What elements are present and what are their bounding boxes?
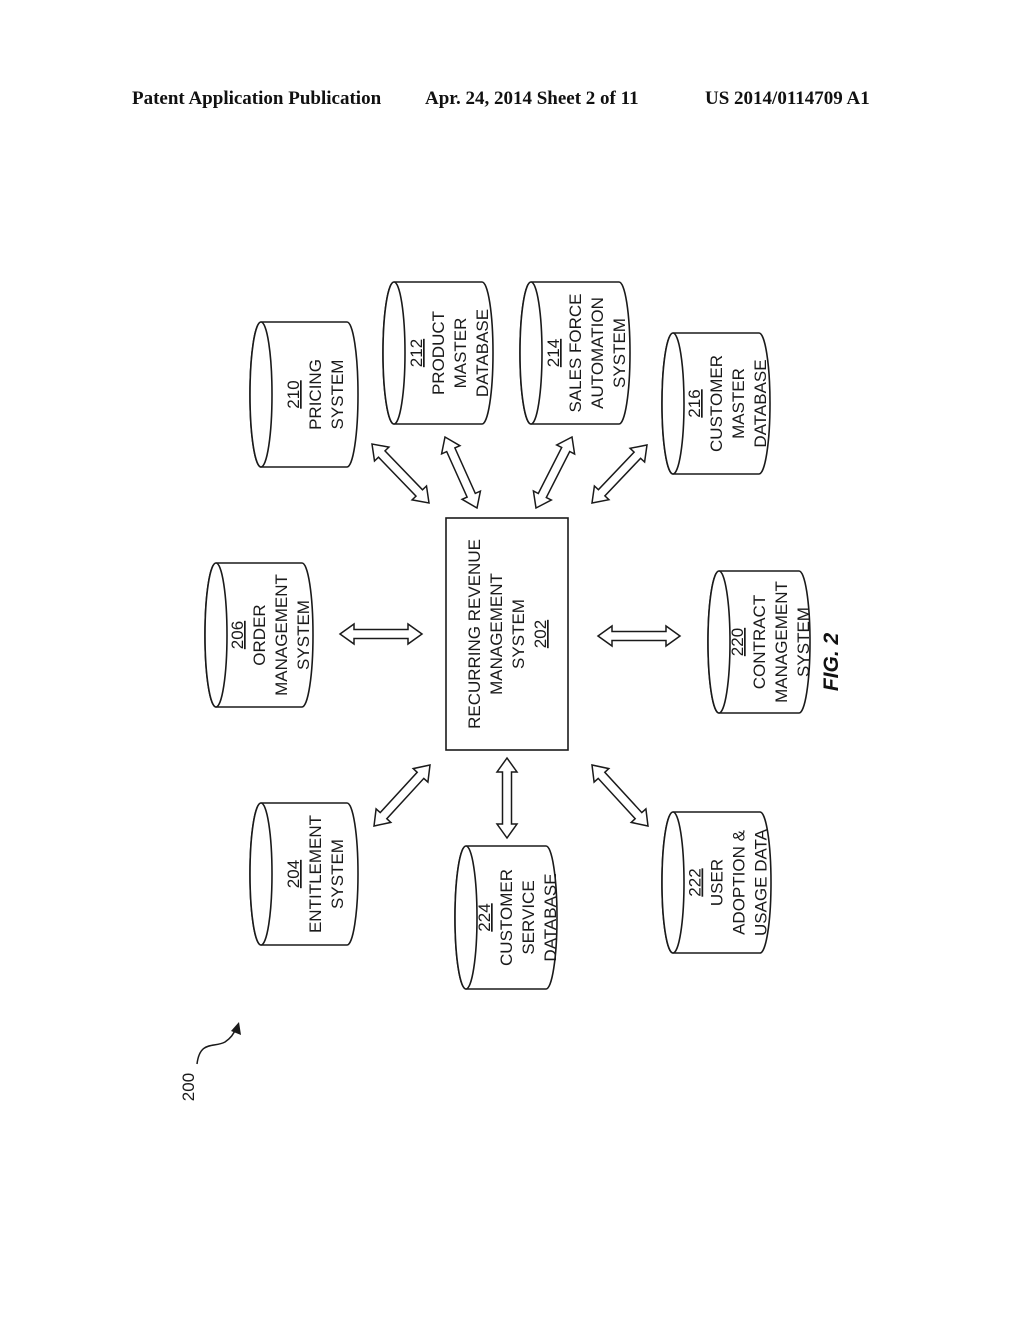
cylinder-cap <box>661 811 685 954</box>
node-210: 210 PRICING SYSTEM <box>249 321 359 468</box>
node-number: 206 <box>228 621 247 649</box>
node-label-line: SYSTEM <box>294 600 313 670</box>
central-label-line: MANAGEMENT <box>487 573 506 695</box>
node-number: 220 <box>728 628 747 656</box>
central-system-box: RECURRING REVENUE MANAGEMENT SYSTEM 202 <box>445 517 569 751</box>
node-label-line: CONTRACT <box>750 595 769 689</box>
node-number: 224 <box>475 903 494 931</box>
node-number: 216 <box>685 389 704 417</box>
reference-arrowhead <box>231 1022 241 1035</box>
connector-arrow-214 <box>532 435 576 510</box>
node-number: 212 <box>407 339 426 367</box>
node-label-line: ADOPTION & <box>730 829 749 935</box>
connector-arrow-222 <box>591 764 649 827</box>
central-label-line: RECURRING REVENUE <box>465 539 484 729</box>
node-label-line: AUTOMATION <box>588 297 607 409</box>
connector-arrow-220 <box>596 624 682 648</box>
node-224: 224 CUSTOMER SERVICE DATABASE <box>454 845 560 990</box>
node-label-line: PRICING <box>306 359 325 430</box>
node-label-line: DATABASE <box>473 309 492 397</box>
node-label-line: DATABASE <box>751 359 770 447</box>
node-222: 222 USER ADOPTION & USAGE DATA <box>661 811 772 954</box>
cylinder-cap <box>204 562 228 708</box>
connector-arrow-210 <box>371 443 430 504</box>
node-label-line: MANAGEMENT <box>772 581 791 703</box>
node-number: 210 <box>284 380 303 408</box>
node-214: 214 SALES FORCE AUTOMATION SYSTEM <box>519 281 631 425</box>
node-206: 206 ORDER MANAGEMENT SYSTEM <box>204 562 314 708</box>
reference-numeral: 200 <box>179 1073 198 1101</box>
cylinder-cap <box>382 281 406 425</box>
node-label-line: ORDER <box>250 604 269 665</box>
central-label-line: SYSTEM <box>509 599 528 669</box>
node-label-line: CUSTOMER <box>497 869 516 966</box>
connector-arrow-212 <box>440 435 482 510</box>
node-220: 220 CONTRACT MANAGEMENT SYSTEM <box>707 570 813 714</box>
connector-arrow-206 <box>338 622 424 646</box>
node-label-line: DATABASE <box>541 873 560 961</box>
node-label-line: SYSTEM <box>610 318 629 388</box>
node-number: 204 <box>284 860 303 888</box>
node-label-line: SYSTEM <box>328 839 347 909</box>
node-label-line: SALES FORCE <box>566 293 585 412</box>
cylinder-cap <box>661 332 685 475</box>
node-label-line: PRODUCT <box>429 311 448 395</box>
cylinder-cap <box>454 845 478 990</box>
node-label-line: SYSTEM <box>794 607 813 677</box>
node-212: 212 PRODUCT MASTER DATABASE <box>382 281 494 425</box>
node-number: 214 <box>544 339 563 367</box>
cylinder-cap <box>519 281 543 425</box>
connector-arrow-224 <box>495 756 519 840</box>
central-number: 202 <box>531 620 550 648</box>
connector-arrow-204 <box>373 764 431 827</box>
node-label-line: MANAGEMENT <box>272 574 291 696</box>
cylinder-cap <box>249 802 273 946</box>
node-label-line: CUSTOMER <box>707 355 726 452</box>
reference-leader-line <box>196 1027 237 1065</box>
node-label-line: ENTITLEMENT <box>306 815 325 933</box>
node-number: 222 <box>686 868 705 896</box>
node-label-line: USAGE DATA <box>752 828 771 936</box>
figure-label: FIG. 2 <box>820 633 843 692</box>
node-label-line: MASTER <box>729 368 748 439</box>
node-label-line: MASTER <box>451 318 470 389</box>
system-diagram: RECURRING REVENUE MANAGEMENT SYSTEM 202 210… <box>179 281 843 1101</box>
connector-arrow-216 <box>591 444 648 504</box>
cylinder-cap <box>707 570 731 714</box>
node-216: 216 CUSTOMER MASTER DATABASE <box>661 332 771 475</box>
node-label-line: SERVICE <box>519 880 538 954</box>
node-label-line: SYSTEM <box>328 360 347 430</box>
node-204: 204 ENTITLEMENT SYSTEM <box>249 802 359 946</box>
cylinder-cap <box>249 321 273 468</box>
node-label-line: USER <box>708 859 727 906</box>
